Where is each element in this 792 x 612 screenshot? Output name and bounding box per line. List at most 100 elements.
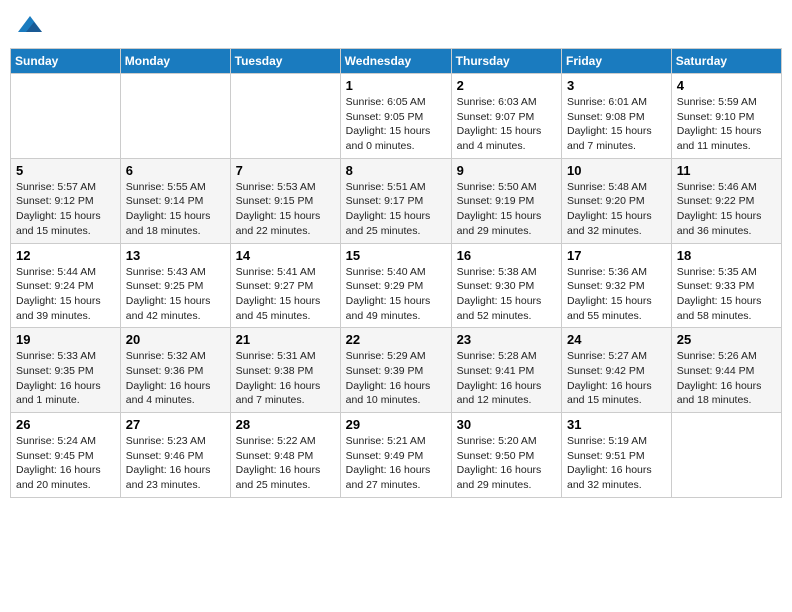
calendar-cell: 22Sunrise: 5:29 AM Sunset: 9:39 PM Dayli… [340, 328, 451, 413]
day-info: Sunrise: 5:36 AM Sunset: 9:32 PM Dayligh… [567, 265, 666, 324]
calendar-cell: 4 Sunrise: 5:59 AM Sunset: 9:10 PM Daylig… [671, 74, 781, 159]
day-info: Sunrise: 5:51 AM Sunset: 9:17 PM Dayligh… [346, 180, 446, 239]
day-info: Sunrise: 5:28 AM Sunset: 9:41 PM Dayligh… [457, 349, 556, 408]
day-info: Sunrise: 5:46 AM Sunset: 9:22 PM Dayligh… [677, 180, 776, 239]
day-number: 15 [346, 248, 446, 263]
day-number: 23 [457, 332, 556, 347]
calendar-cell: 20 Sunrise: 5:32 AM Sunset: 9:36 PM Dayli… [120, 328, 230, 413]
calendar-week-row: 1 Sunrise: 6:05 AM Sunset: 9:05 PM Daylig… [11, 74, 782, 159]
day-info: Sunrise: 5:22 AM Sunset: 9:48 PM Dayligh… [236, 434, 335, 493]
calendar-cell: 25 Sunrise: 5:26 AM Sunset: 9:44 PM Dayli… [671, 328, 781, 413]
weekday-header-thursday: Thursday [451, 49, 561, 74]
calendar-cell: 2 Sunrise: 6:03 AM Sunset: 9:07 PM Daylig… [451, 74, 561, 159]
calendar-cell: 24 Sunrise: 5:27 AM Sunset: 9:42 PM Dayli… [562, 328, 672, 413]
calendar-cell: 15 Sunrise: 5:40 AM Sunset: 9:29 PM Dayli… [340, 243, 451, 328]
calendar-cell: 13 Sunrise: 5:43 AM Sunset: 9:25 PM Dayli… [120, 243, 230, 328]
calendar-cell: 19Sunrise: 5:33 AM Sunset: 9:35 PM Dayli… [11, 328, 121, 413]
day-info: Sunrise: 6:01 AM Sunset: 9:08 PM Dayligh… [567, 95, 666, 154]
day-info: Sunrise: 6:05 AM Sunset: 9:05 PM Dayligh… [346, 95, 446, 154]
calendar-week-row: 12Sunrise: 5:44 AM Sunset: 9:24 PM Dayli… [11, 243, 782, 328]
day-info: Sunrise: 5:32 AM Sunset: 9:36 PM Dayligh… [126, 349, 225, 408]
day-info: Sunrise: 5:50 AM Sunset: 9:19 PM Dayligh… [457, 180, 556, 239]
calendar-table: SundayMondayTuesdayWednesdayThursdayFrid… [10, 48, 782, 498]
day-number: 4 [677, 78, 776, 93]
calendar-cell: 27 Sunrise: 5:23 AM Sunset: 9:46 PM Dayli… [120, 413, 230, 498]
day-number: 13 [126, 248, 225, 263]
logo-icon [16, 14, 44, 38]
calendar-cell: 9 Sunrise: 5:50 AM Sunset: 9:19 PM Daylig… [451, 158, 561, 243]
day-info: Sunrise: 5:44 AM Sunset: 9:24 PM Dayligh… [16, 265, 115, 324]
day-info: Sunrise: 5:20 AM Sunset: 9:50 PM Dayligh… [457, 434, 556, 493]
day-number: 10 [567, 163, 666, 178]
calendar-cell: 28 Sunrise: 5:22 AM Sunset: 9:48 PM Dayli… [230, 413, 340, 498]
day-number: 19 [16, 332, 115, 347]
day-number: 25 [677, 332, 776, 347]
day-number: 8 [346, 163, 446, 178]
day-number: 31 [567, 417, 666, 432]
day-info: Sunrise: 5:43 AM Sunset: 9:25 PM Dayligh… [126, 265, 225, 324]
page-header [10, 10, 782, 42]
calendar-cell: 5Sunrise: 5:57 AM Sunset: 9:12 PM Daylig… [11, 158, 121, 243]
day-info: Sunrise: 5:41 AM Sunset: 9:27 PM Dayligh… [236, 265, 335, 324]
day-info: Sunrise: 6:03 AM Sunset: 9:07 PM Dayligh… [457, 95, 556, 154]
day-number: 6 [126, 163, 225, 178]
day-number: 17 [567, 248, 666, 263]
day-info: Sunrise: 5:35 AM Sunset: 9:33 PM Dayligh… [677, 265, 776, 324]
calendar-cell: 30 Sunrise: 5:20 AM Sunset: 9:50 PM Dayli… [451, 413, 561, 498]
weekday-header-row: SundayMondayTuesdayWednesdayThursdayFrid… [11, 49, 782, 74]
calendar-cell: 16Sunrise: 5:38 AM Sunset: 9:30 PM Dayli… [451, 243, 561, 328]
day-info: Sunrise: 5:40 AM Sunset: 9:29 PM Dayligh… [346, 265, 446, 324]
day-number: 29 [346, 417, 446, 432]
logo [16, 14, 46, 38]
day-number: 27 [126, 417, 225, 432]
day-number: 26 [16, 417, 115, 432]
day-number: 2 [457, 78, 556, 93]
weekday-header-tuesday: Tuesday [230, 49, 340, 74]
calendar-cell: 10 Sunrise: 5:48 AM Sunset: 9:20 PM Dayli… [562, 158, 672, 243]
calendar-cell: 14 Sunrise: 5:41 AM Sunset: 9:27 PM Dayli… [230, 243, 340, 328]
day-number: 28 [236, 417, 335, 432]
day-number: 11 [677, 163, 776, 178]
calendar-cell: 18 Sunrise: 5:35 AM Sunset: 9:33 PM Dayli… [671, 243, 781, 328]
weekday-header-wednesday: Wednesday [340, 49, 451, 74]
day-number: 3 [567, 78, 666, 93]
calendar-cell: 26 Sunrise: 5:24 AM Sunset: 9:45 PM Dayli… [11, 413, 121, 498]
calendar-cell: 12Sunrise: 5:44 AM Sunset: 9:24 PM Dayli… [11, 243, 121, 328]
day-number: 18 [677, 248, 776, 263]
calendar-cell [671, 413, 781, 498]
calendar-cell: 1 Sunrise: 6:05 AM Sunset: 9:05 PM Daylig… [340, 74, 451, 159]
day-info: Sunrise: 5:59 AM Sunset: 9:10 PM Dayligh… [677, 95, 776, 154]
calendar-cell: 31Sunrise: 5:19 AM Sunset: 9:51 PM Dayli… [562, 413, 672, 498]
day-number: 24 [567, 332, 666, 347]
day-number: 1 [346, 78, 446, 93]
day-number: 30 [457, 417, 556, 432]
calendar-week-row: 5Sunrise: 5:57 AM Sunset: 9:12 PM Daylig… [11, 158, 782, 243]
day-info: Sunrise: 5:23 AM Sunset: 9:46 PM Dayligh… [126, 434, 225, 493]
day-number: 21 [236, 332, 335, 347]
calendar-cell [120, 74, 230, 159]
calendar-cell: 11 Sunrise: 5:46 AM Sunset: 9:22 PM Dayli… [671, 158, 781, 243]
calendar-cell: 3 Sunrise: 6:01 AM Sunset: 9:08 PM Daylig… [562, 74, 672, 159]
day-info: Sunrise: 5:27 AM Sunset: 9:42 PM Dayligh… [567, 349, 666, 408]
calendar-week-row: 26 Sunrise: 5:24 AM Sunset: 9:45 PM Dayli… [11, 413, 782, 498]
calendar-cell: 7Sunrise: 5:53 AM Sunset: 9:15 PM Daylig… [230, 158, 340, 243]
day-info: Sunrise: 5:26 AM Sunset: 9:44 PM Dayligh… [677, 349, 776, 408]
day-number: 7 [236, 163, 335, 178]
calendar-cell: 17 Sunrise: 5:36 AM Sunset: 9:32 PM Dayli… [562, 243, 672, 328]
day-number: 20 [126, 332, 225, 347]
day-info: Sunrise: 5:48 AM Sunset: 9:20 PM Dayligh… [567, 180, 666, 239]
day-info: Sunrise: 5:55 AM Sunset: 9:14 PM Dayligh… [126, 180, 225, 239]
calendar-cell: 29 Sunrise: 5:21 AM Sunset: 9:49 PM Dayli… [340, 413, 451, 498]
calendar-week-row: 19Sunrise: 5:33 AM Sunset: 9:35 PM Dayli… [11, 328, 782, 413]
calendar-cell: 23 Sunrise: 5:28 AM Sunset: 9:41 PM Dayli… [451, 328, 561, 413]
day-info: Sunrise: 5:24 AM Sunset: 9:45 PM Dayligh… [16, 434, 115, 493]
calendar-cell: 6 Sunrise: 5:55 AM Sunset: 9:14 PM Daylig… [120, 158, 230, 243]
calendar-cell: 8 Sunrise: 5:51 AM Sunset: 9:17 PM Daylig… [340, 158, 451, 243]
weekday-header-saturday: Saturday [671, 49, 781, 74]
day-info: Sunrise: 5:29 AM Sunset: 9:39 PM Dayligh… [346, 349, 446, 408]
day-info: Sunrise: 5:21 AM Sunset: 9:49 PM Dayligh… [346, 434, 446, 493]
calendar-cell: 21Sunrise: 5:31 AM Sunset: 9:38 PM Dayli… [230, 328, 340, 413]
day-number: 14 [236, 248, 335, 263]
day-info: Sunrise: 5:38 AM Sunset: 9:30 PM Dayligh… [457, 265, 556, 324]
day-number: 9 [457, 163, 556, 178]
